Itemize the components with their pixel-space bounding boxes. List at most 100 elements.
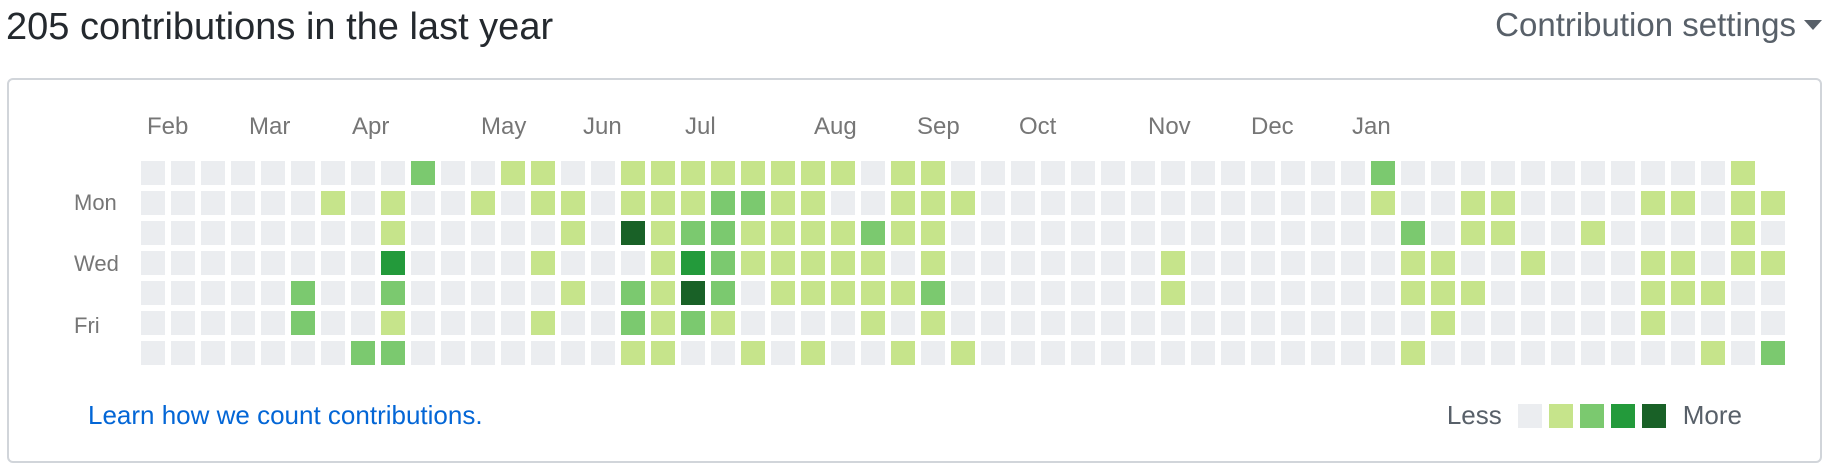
- contribution-day-cell[interactable]: [621, 281, 645, 305]
- contribution-day-cell[interactable]: [141, 161, 165, 185]
- contribution-day-cell[interactable]: [471, 311, 495, 335]
- contribution-day-cell[interactable]: [441, 221, 465, 245]
- contribution-day-cell[interactable]: [861, 161, 885, 185]
- contribution-day-cell[interactable]: [201, 251, 225, 275]
- contribution-day-cell[interactable]: [231, 311, 255, 335]
- contribution-day-cell[interactable]: [1701, 221, 1725, 245]
- contribution-day-cell[interactable]: [1161, 341, 1185, 365]
- contribution-day-cell[interactable]: [171, 251, 195, 275]
- contribution-day-cell[interactable]: [1401, 191, 1425, 215]
- contribution-day-cell[interactable]: [471, 221, 495, 245]
- contribution-day-cell[interactable]: [1641, 191, 1665, 215]
- contribution-day-cell[interactable]: [1581, 161, 1605, 185]
- contribution-day-cell[interactable]: [291, 311, 315, 335]
- contribution-day-cell[interactable]: [981, 311, 1005, 335]
- contribution-day-cell[interactable]: [591, 221, 615, 245]
- contribution-day-cell[interactable]: [1401, 221, 1425, 245]
- contribution-day-cell[interactable]: [1401, 251, 1425, 275]
- contribution-day-cell[interactable]: [1011, 311, 1035, 335]
- contribution-day-cell[interactable]: [351, 191, 375, 215]
- contribution-day-cell[interactable]: [291, 341, 315, 365]
- contribution-day-cell[interactable]: [291, 221, 315, 245]
- contribution-day-cell[interactable]: [1641, 161, 1665, 185]
- contribution-day-cell[interactable]: [261, 221, 285, 245]
- contribution-day-cell[interactable]: [1221, 311, 1245, 335]
- contribution-day-cell[interactable]: [231, 341, 255, 365]
- contribution-day-cell[interactable]: [1611, 251, 1635, 275]
- contribution-day-cell[interactable]: [1611, 221, 1635, 245]
- contribution-day-cell[interactable]: [1251, 281, 1275, 305]
- contribution-day-cell[interactable]: [171, 221, 195, 245]
- contribution-day-cell[interactable]: [1251, 191, 1275, 215]
- contribution-day-cell[interactable]: [651, 341, 675, 365]
- contribution-day-cell[interactable]: [351, 311, 375, 335]
- contribution-day-cell[interactable]: [321, 191, 345, 215]
- contribution-day-cell[interactable]: [1731, 221, 1755, 245]
- contribution-day-cell[interactable]: [951, 251, 975, 275]
- contribution-day-cell[interactable]: [291, 251, 315, 275]
- contribution-day-cell[interactable]: [1371, 221, 1395, 245]
- contribution-day-cell[interactable]: [1431, 221, 1455, 245]
- contribution-day-cell[interactable]: [741, 221, 765, 245]
- contribution-day-cell[interactable]: [411, 161, 435, 185]
- contribution-day-cell[interactable]: [951, 311, 975, 335]
- contribution-day-cell[interactable]: [1581, 251, 1605, 275]
- contribution-day-cell[interactable]: [891, 161, 915, 185]
- contribution-day-cell[interactable]: [1281, 311, 1305, 335]
- contribution-day-cell[interactable]: [1671, 251, 1695, 275]
- contribution-day-cell[interactable]: [1581, 341, 1605, 365]
- contribution-day-cell[interactable]: [1281, 341, 1305, 365]
- contribution-day-cell[interactable]: [1551, 281, 1575, 305]
- contribution-day-cell[interactable]: [1671, 341, 1695, 365]
- contribution-day-cell[interactable]: [921, 311, 945, 335]
- contribution-day-cell[interactable]: [591, 341, 615, 365]
- contribution-day-cell[interactable]: [441, 311, 465, 335]
- contribution-day-cell[interactable]: [1491, 311, 1515, 335]
- contribution-day-cell[interactable]: [1131, 161, 1155, 185]
- contribution-day-cell[interactable]: [501, 281, 525, 305]
- contribution-day-cell[interactable]: [1491, 191, 1515, 215]
- contribution-day-cell[interactable]: [561, 221, 585, 245]
- contribution-settings-dropdown[interactable]: Contribution settings: [1495, 6, 1822, 44]
- contribution-day-cell[interactable]: [741, 341, 765, 365]
- contribution-day-cell[interactable]: [1611, 341, 1635, 365]
- contribution-day-cell[interactable]: [921, 221, 945, 245]
- contribution-day-cell[interactable]: [441, 161, 465, 185]
- contribution-day-cell[interactable]: [1521, 191, 1545, 215]
- contribution-day-cell[interactable]: [231, 191, 255, 215]
- contribution-day-cell[interactable]: [1551, 341, 1575, 365]
- contribution-day-cell[interactable]: [1371, 191, 1395, 215]
- contribution-day-cell[interactable]: [1311, 191, 1335, 215]
- contribution-day-cell[interactable]: [381, 341, 405, 365]
- contribution-day-cell[interactable]: [711, 281, 735, 305]
- contribution-day-cell[interactable]: [1011, 161, 1035, 185]
- contribution-day-cell[interactable]: [711, 191, 735, 215]
- contribution-day-cell[interactable]: [891, 281, 915, 305]
- contribution-day-cell[interactable]: [381, 281, 405, 305]
- contribution-day-cell[interactable]: [1401, 161, 1425, 185]
- contribution-day-cell[interactable]: [1281, 191, 1305, 215]
- contribution-day-cell[interactable]: [1611, 191, 1635, 215]
- contribution-day-cell[interactable]: [561, 341, 585, 365]
- contribution-day-cell[interactable]: [1101, 161, 1125, 185]
- contribution-day-cell[interactable]: [921, 191, 945, 215]
- contribution-day-cell[interactable]: [801, 251, 825, 275]
- contribution-day-cell[interactable]: [1431, 161, 1455, 185]
- contribution-day-cell[interactable]: [1041, 251, 1065, 275]
- contribution-day-cell[interactable]: [1371, 281, 1395, 305]
- contribution-day-cell[interactable]: [531, 341, 555, 365]
- contribution-day-cell[interactable]: [861, 221, 885, 245]
- contribution-day-cell[interactable]: [1161, 311, 1185, 335]
- contribution-day-cell[interactable]: [1671, 311, 1695, 335]
- contribution-day-cell[interactable]: [1281, 251, 1305, 275]
- contribution-day-cell[interactable]: [231, 221, 255, 245]
- contribution-day-cell[interactable]: [531, 311, 555, 335]
- contribution-day-cell[interactable]: [711, 251, 735, 275]
- contribution-day-cell[interactable]: [231, 251, 255, 275]
- contribution-day-cell[interactable]: [1251, 311, 1275, 335]
- contribution-day-cell[interactable]: [1701, 251, 1725, 275]
- contribution-day-cell[interactable]: [561, 161, 585, 185]
- contribution-day-cell[interactable]: [1641, 251, 1665, 275]
- contribution-day-cell[interactable]: [531, 161, 555, 185]
- contribution-day-cell[interactable]: [741, 251, 765, 275]
